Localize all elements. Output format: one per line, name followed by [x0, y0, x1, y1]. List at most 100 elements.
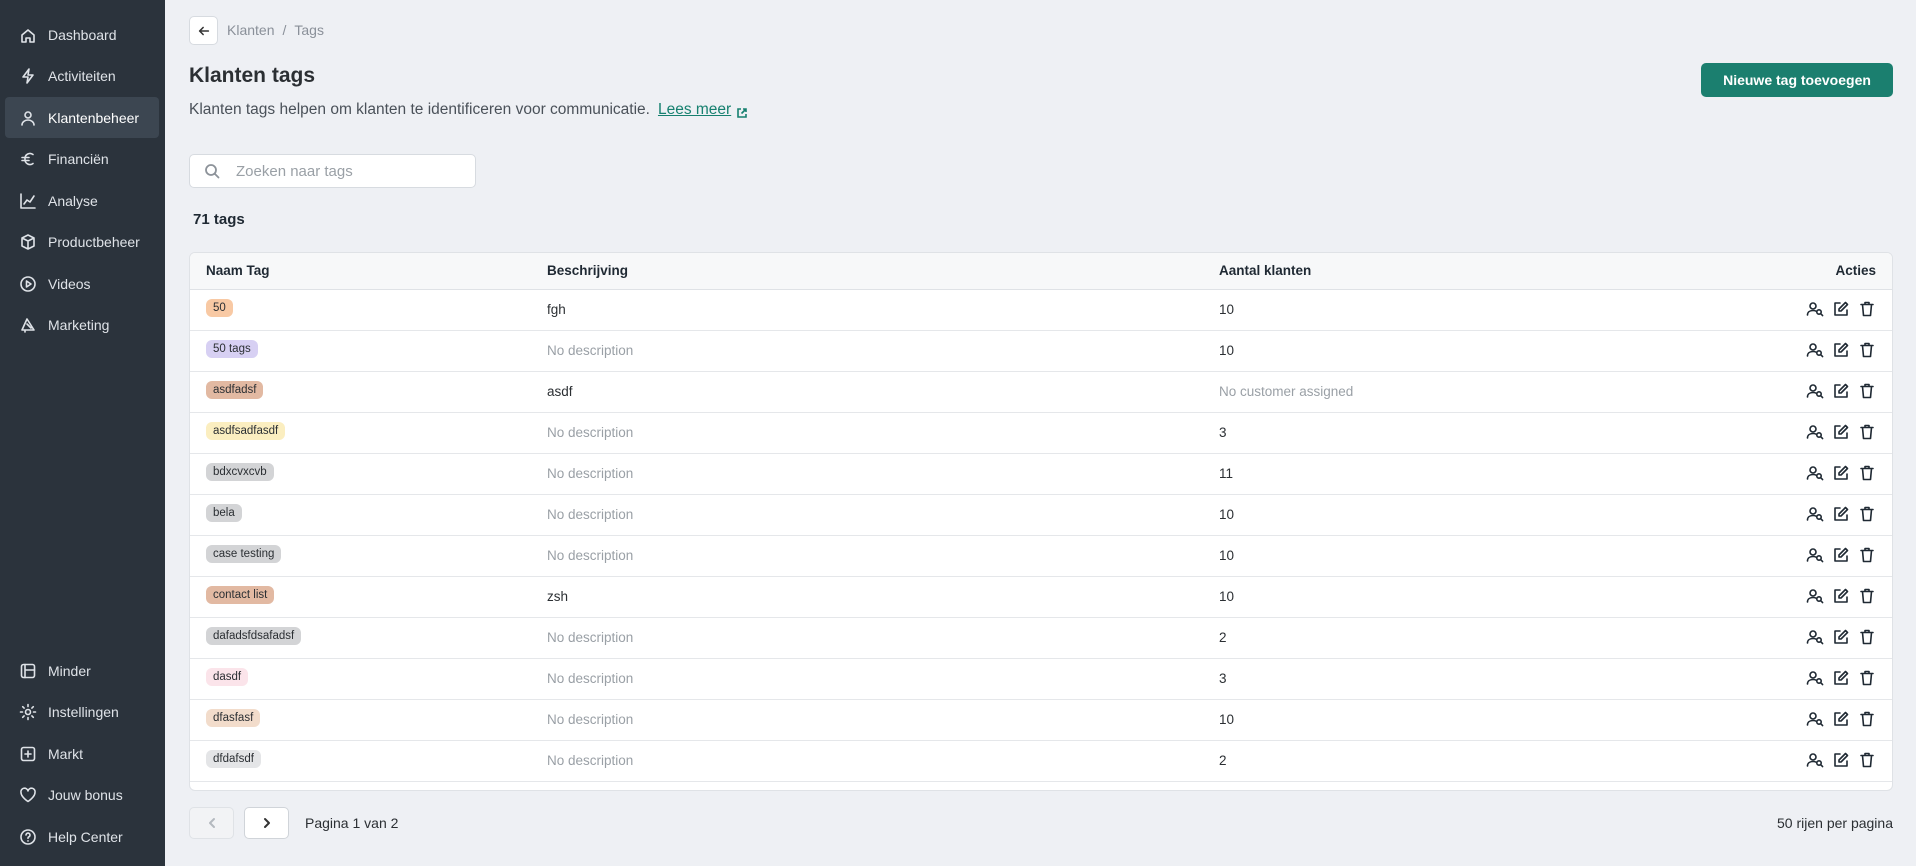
assign-customers-icon[interactable]: [1805, 750, 1824, 770]
tag-description: No description: [547, 425, 634, 440]
sidebar-item-dashboard[interactable]: Dashboard: [5, 14, 159, 55]
next-page-button[interactable]: [244, 807, 289, 839]
delete-icon[interactable]: [1857, 545, 1876, 565]
sidebar-item-productbeheer[interactable]: Productbeheer: [5, 222, 159, 263]
tag-badge[interactable]: 50 tags: [206, 340, 258, 358]
tag-description: No description: [547, 753, 634, 768]
sidebar-item-financi-n[interactable]: Financiën: [5, 139, 159, 180]
edit-icon[interactable]: [1831, 627, 1850, 647]
assign-customers-icon[interactable]: [1805, 627, 1824, 647]
back-button[interactable]: [189, 16, 218, 45]
tag-description: No description: [547, 548, 634, 563]
sidebar-item-analyse[interactable]: Analyse: [5, 180, 159, 221]
delete-icon[interactable]: [1857, 627, 1876, 647]
assign-customers-icon[interactable]: [1805, 422, 1824, 442]
column-header-customers[interactable]: Aantal klanten: [1219, 263, 1311, 278]
edit-icon[interactable]: [1831, 463, 1850, 483]
assign-customers-icon[interactable]: [1805, 299, 1824, 319]
table-row[interactable]: dfdafsdf No description 2: [190, 741, 1892, 782]
table-row[interactable]: 50 tags No description 10: [190, 331, 1892, 372]
assign-customers-icon[interactable]: [1805, 545, 1824, 565]
delete-icon[interactable]: [1857, 381, 1876, 401]
customer-count: 3: [1219, 425, 1227, 440]
row-actions: [1805, 422, 1876, 442]
customer-count: 2: [1219, 630, 1227, 645]
sidebar-item-marketing[interactable]: Marketing: [5, 305, 159, 346]
tag-badge[interactable]: bela: [206, 504, 242, 522]
breadcrumb-parent[interactable]: Klanten: [227, 22, 274, 38]
tag-badge[interactable]: case testing: [206, 545, 282, 563]
sidebar-item-klantenbeheer[interactable]: Klantenbeheer: [5, 97, 159, 138]
delete-icon[interactable]: [1857, 668, 1876, 688]
tag-badge[interactable]: contact list: [206, 586, 275, 604]
tag-badge[interactable]: dfdafsdf: [206, 750, 261, 768]
customer-count: 10: [1219, 507, 1235, 522]
table-row[interactable]: contact list zsh 10: [190, 577, 1892, 618]
tag-badge[interactable]: dfasfasf: [206, 709, 261, 727]
assign-customers-icon[interactable]: [1805, 668, 1824, 688]
table-row[interactable]: case testing No description 10: [190, 536, 1892, 577]
sidebar-item-jouw-bonus[interactable]: Jouw bonus: [5, 775, 159, 816]
sidebar-item-activiteiten[interactable]: Activiteiten: [5, 56, 159, 97]
tag-badge[interactable]: asdfsadfasdf: [206, 422, 286, 440]
sidebar-item-instellingen[interactable]: Instellingen: [5, 692, 159, 733]
sidebar-item-minder[interactable]: Minder: [5, 650, 159, 691]
table-row[interactable]: dfasfasf No description 10: [190, 700, 1892, 741]
play-icon: [19, 275, 37, 293]
edit-icon[interactable]: [1831, 299, 1850, 319]
chevron-left-icon: [208, 818, 215, 828]
tag-description: fgh: [547, 302, 566, 317]
edit-icon[interactable]: [1831, 709, 1850, 729]
table-row[interactable]: dafadsfdsafadsf No description 2: [190, 618, 1892, 659]
delete-icon[interactable]: [1857, 299, 1876, 319]
table-row[interactable]: bdxcvxcvb No description 11: [190, 454, 1892, 495]
edit-icon[interactable]: [1831, 504, 1850, 524]
table-row[interactable]: bela No description 10: [190, 495, 1892, 536]
edit-icon[interactable]: [1831, 340, 1850, 360]
assign-customers-icon[interactable]: [1805, 504, 1824, 524]
table-row[interactable]: asdfadsf asdf No customer assigned: [190, 372, 1892, 413]
edit-icon[interactable]: [1831, 545, 1850, 565]
row-actions: [1805, 627, 1876, 647]
assign-customers-icon[interactable]: [1805, 381, 1824, 401]
external-link-icon[interactable]: [737, 105, 748, 118]
edit-icon[interactable]: [1831, 668, 1850, 688]
delete-icon[interactable]: [1857, 709, 1876, 729]
tag-badge[interactable]: asdfadsf: [206, 381, 264, 399]
table-row[interactable]: dasdf No description 3: [190, 659, 1892, 700]
sidebar-item-help-center[interactable]: Help Center: [5, 816, 159, 857]
tag-badge[interactable]: dafadsfdsafadsf: [206, 627, 302, 645]
delete-icon[interactable]: [1857, 422, 1876, 442]
tag-description: No description: [547, 671, 634, 686]
delete-icon[interactable]: [1857, 750, 1876, 770]
tag-badge[interactable]: dasdf: [206, 668, 249, 686]
sidebar-item-videos[interactable]: Videos: [5, 263, 159, 304]
column-header-name[interactable]: Naam Tag: [206, 263, 270, 278]
plus-square-icon: [19, 745, 37, 763]
table-row[interactable]: asdfsadfasdf No description 3: [190, 413, 1892, 454]
delete-icon[interactable]: [1857, 463, 1876, 483]
assign-customers-icon[interactable]: [1805, 340, 1824, 360]
assign-customers-icon[interactable]: [1805, 709, 1824, 729]
edit-icon[interactable]: [1831, 422, 1850, 442]
column-header-description[interactable]: Beschrijving: [547, 263, 628, 278]
tag-badge[interactable]: bdxcvxcvb: [206, 463, 274, 481]
delete-icon[interactable]: [1857, 504, 1876, 524]
edit-icon[interactable]: [1831, 750, 1850, 770]
assign-customers-icon[interactable]: [1805, 586, 1824, 606]
tag-description: No description: [547, 466, 634, 481]
assign-customers-icon[interactable]: [1805, 463, 1824, 483]
sidebar-item-markt[interactable]: Markt: [5, 733, 159, 774]
search-input[interactable]: [236, 162, 456, 180]
rows-per-page[interactable]: 50 rijen per pagina: [1777, 815, 1893, 831]
tag-badge[interactable]: 50: [206, 299, 233, 317]
delete-icon[interactable]: [1857, 340, 1876, 360]
edit-icon[interactable]: [1831, 381, 1850, 401]
table-row[interactable]: 50 fgh 10: [190, 290, 1892, 331]
previous-page-button[interactable]: [189, 807, 234, 839]
add-tag-button[interactable]: Nieuwe tag toevoegen: [1701, 63, 1893, 97]
learn-more-link[interactable]: Lees meer: [658, 101, 731, 119]
delete-icon[interactable]: [1857, 586, 1876, 606]
edit-icon[interactable]: [1831, 586, 1850, 606]
row-actions: [1805, 545, 1876, 565]
